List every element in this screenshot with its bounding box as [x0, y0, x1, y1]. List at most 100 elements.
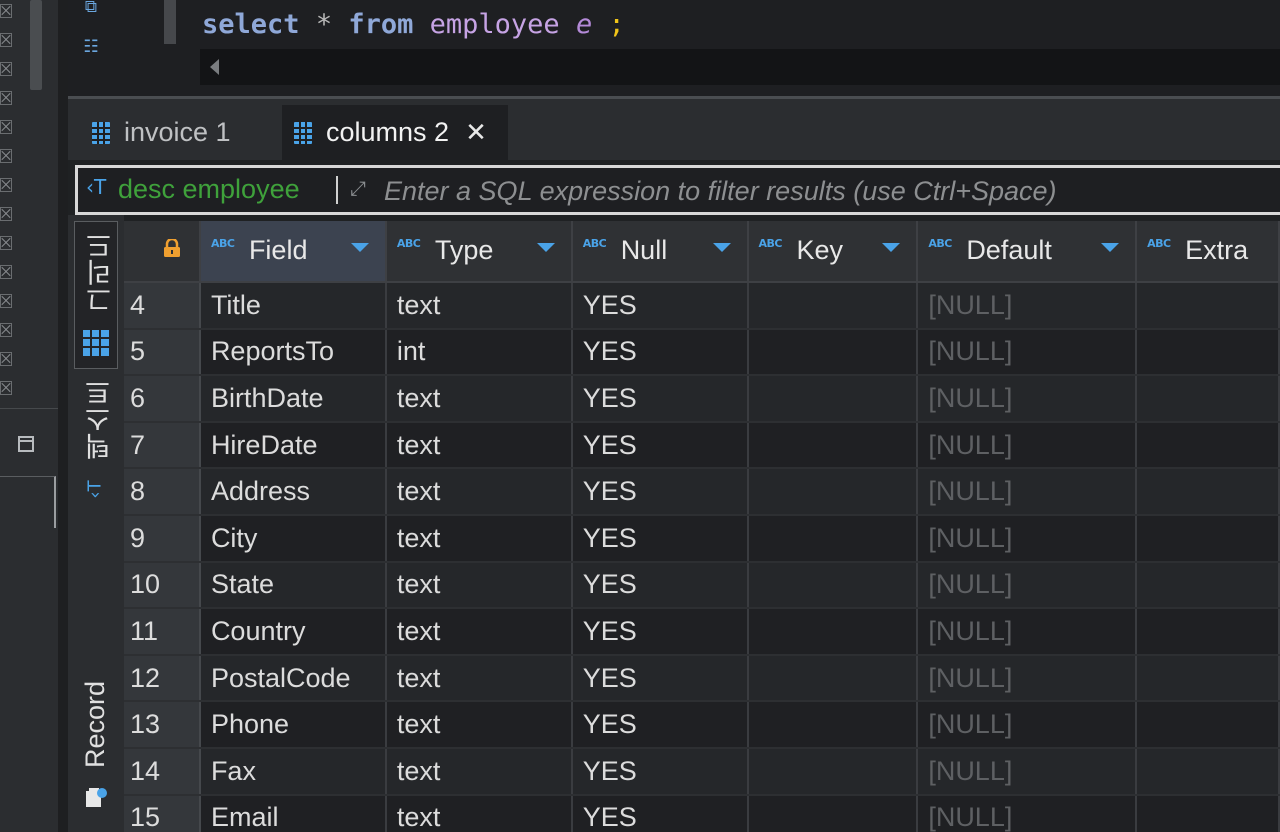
row-number[interactable]: 4	[124, 282, 201, 330]
tab-text-view[interactable]: 텍스트 ‹T	[74, 379, 118, 519]
close-icon[interactable]: ✕	[465, 118, 487, 148]
scroll-left-icon[interactable]	[210, 59, 219, 75]
cell-type[interactable]: text	[385, 282, 573, 330]
close-icon[interactable]	[0, 352, 12, 366]
cell-type[interactable]: text	[385, 747, 573, 796]
cell-default[interactable]: [NULL]	[917, 654, 1138, 703]
cell-type[interactable]: text	[385, 468, 573, 516]
left-panel-scrollbar[interactable]	[30, 0, 42, 90]
expand-icon[interactable]: ⤢	[344, 174, 372, 202]
cell-field[interactable]: Country	[199, 608, 387, 656]
row-header-corner[interactable]	[124, 221, 201, 283]
cell-field[interactable]: Email	[199, 794, 387, 832]
column-header-key[interactable]: ABC Key	[747, 221, 919, 283]
cell-field[interactable]: Phone	[199, 701, 387, 749]
close-icon[interactable]	[0, 207, 12, 221]
table-row[interactable]: 4 Title text YES [NULL]	[124, 282, 1280, 330]
cell-extra[interactable]	[1136, 654, 1280, 703]
cell-key[interactable]	[747, 747, 919, 796]
cell-key[interactable]	[747, 375, 919, 423]
close-icon[interactable]	[0, 381, 12, 395]
cell-null[interactable]: YES	[571, 561, 749, 610]
cell-extra[interactable]	[1136, 561, 1280, 610]
cell-extra[interactable]	[1136, 375, 1280, 423]
cell-key[interactable]	[747, 654, 919, 703]
cell-type[interactable]: text	[385, 654, 573, 703]
table-row[interactable]: 11 Country text YES [NULL]	[124, 608, 1280, 656]
column-header-extra[interactable]: ABC Extra	[1136, 221, 1280, 283]
cell-default[interactable]: [NULL]	[917, 328, 1138, 377]
cell-field[interactable]: HireDate	[199, 421, 387, 470]
row-number[interactable]: 13	[124, 701, 201, 749]
cell-key[interactable]	[747, 421, 919, 470]
results-grid[interactable]: ABC Field ABC Type ABC Null ABC Key ABC Defau…	[124, 221, 1280, 832]
cell-null[interactable]: YES	[571, 282, 749, 330]
cell-extra[interactable]	[1136, 468, 1280, 516]
close-icon[interactable]	[0, 178, 12, 192]
cell-default[interactable]: [NULL]	[917, 701, 1138, 749]
close-icon[interactable]	[0, 236, 12, 250]
cell-null[interactable]: YES	[571, 468, 749, 516]
tab-columns-2[interactable]: columns 2 ✕	[282, 105, 508, 160]
sort-filter-icon[interactable]	[350, 243, 369, 252]
cell-extra[interactable]	[1136, 421, 1280, 470]
cell-extra[interactable]	[1136, 747, 1280, 796]
row-number[interactable]: 6	[124, 375, 201, 423]
close-icon[interactable]	[0, 294, 12, 308]
cell-key[interactable]	[747, 608, 919, 656]
tab-grid-view[interactable]: 그리드	[74, 221, 118, 369]
column-header-field[interactable]: ABC Field	[199, 221, 387, 283]
close-icon[interactable]	[0, 33, 12, 47]
sql-line[interactable]: select * from employee e ;	[202, 9, 625, 40]
cell-extra[interactable]	[1136, 328, 1280, 377]
close-icon[interactable]	[0, 323, 12, 337]
table-row[interactable]: 15 Email text YES [NULL]	[124, 794, 1280, 832]
cell-null[interactable]: YES	[571, 747, 749, 796]
cell-field[interactable]: BirthDate	[199, 375, 387, 423]
close-icon[interactable]	[0, 265, 12, 279]
cell-null[interactable]: YES	[571, 328, 749, 377]
sort-filter-icon[interactable]	[882, 243, 901, 252]
table-row[interactable]: 7 HireDate text YES [NULL]	[124, 421, 1280, 470]
horizontal-scrollbar[interactable]	[200, 49, 1280, 85]
column-header-default[interactable]: ABC Default	[917, 221, 1138, 283]
cell-null[interactable]: YES	[571, 421, 749, 470]
cell-key[interactable]	[747, 514, 919, 563]
cell-default[interactable]: [NULL]	[917, 468, 1138, 516]
cell-field[interactable]: Fax	[199, 747, 387, 796]
sort-filter-icon[interactable]	[536, 243, 555, 252]
cell-type[interactable]: text	[385, 514, 573, 563]
cell-null[interactable]: YES	[571, 514, 749, 563]
table-row[interactable]: 12 PostalCode text YES [NULL]	[124, 654, 1280, 703]
lock-icon[interactable]	[162, 239, 182, 257]
cell-null[interactable]: YES	[571, 608, 749, 656]
cell-extra[interactable]	[1136, 608, 1280, 656]
column-header-null[interactable]: ABC Null	[571, 221, 749, 283]
cell-null[interactable]: YES	[571, 375, 749, 423]
restore-icon[interactable]	[18, 436, 34, 452]
cell-key[interactable]	[747, 328, 919, 377]
cell-default[interactable]: [NULL]	[917, 561, 1138, 610]
cell-null[interactable]: YES	[571, 654, 749, 703]
table-row[interactable]: 9 City text YES [NULL]	[124, 514, 1280, 563]
cell-type[interactable]: text	[385, 561, 573, 610]
row-number[interactable]: 12	[124, 654, 201, 703]
cell-key[interactable]	[747, 282, 919, 330]
cell-field[interactable]: Title	[199, 282, 387, 330]
cell-default[interactable]: [NULL]	[917, 608, 1138, 656]
sql-format-icon[interactable]: ⧉	[80, 0, 102, 18]
sort-filter-icon[interactable]	[1101, 243, 1120, 252]
row-number[interactable]: 7	[124, 421, 201, 470]
cell-key[interactable]	[747, 701, 919, 749]
cell-field[interactable]: City	[199, 514, 387, 563]
cell-null[interactable]: YES	[571, 794, 749, 832]
table-row[interactable]: 6 BirthDate text YES [NULL]	[124, 375, 1280, 423]
cell-type[interactable]: text	[385, 701, 573, 749]
cell-type[interactable]: text	[385, 421, 573, 470]
cell-default[interactable]: [NULL]	[917, 514, 1138, 563]
row-number[interactable]: 10	[124, 561, 201, 610]
table-row[interactable]: 5 ReportsTo int YES [NULL]	[124, 328, 1280, 377]
cell-default[interactable]: [NULL]	[917, 794, 1138, 832]
cell-type[interactable]: text	[385, 375, 573, 423]
table-row[interactable]: 8 Address text YES [NULL]	[124, 468, 1280, 516]
